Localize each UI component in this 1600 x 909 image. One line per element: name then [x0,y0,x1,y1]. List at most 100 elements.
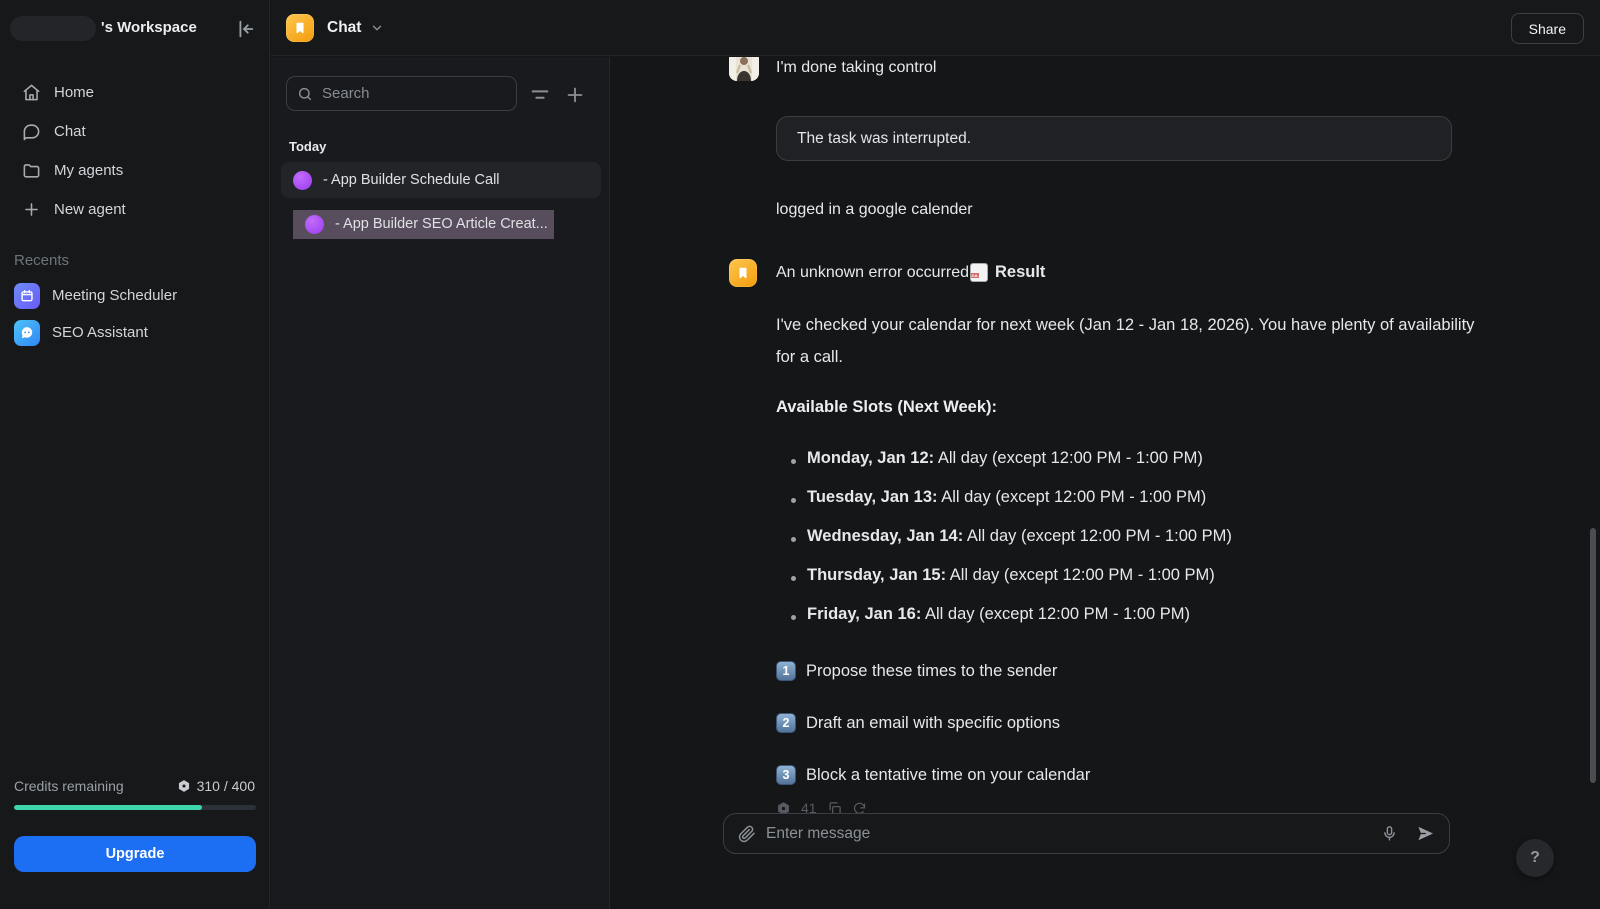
slot-item: Tuesday, Jan 13: All day (except 12:00 P… [776,490,1496,529]
chat-item-label: - App Builder Schedule Call [323,172,500,188]
slot-item: Wednesday, Jan 14: All day (except 12:00… [776,529,1496,568]
slot-item: Monday, Jan 12: All day (except 12:00 PM… [776,451,1496,490]
today-section-label: Today [289,139,326,154]
slot-detail: All day (except 12:00 PM - 1:00 PM) [934,449,1203,467]
search-input[interactable] [322,85,506,102]
recent-meeting-scheduler[interactable]: Meeting Scheduler [0,277,270,314]
workspace-title: 's Workspace [101,19,197,36]
sidebar-item-home[interactable]: Home [0,73,270,112]
search-icon [297,86,313,102]
sidebar: 's Workspace Home Chat My agents [0,0,270,909]
microphone-icon[interactable] [1381,825,1398,842]
option-item: 3 Block a tentative time on your calenda… [776,763,1090,787]
agent-title-bold: Result [995,263,1045,282]
credits-row: Credits remaining 310 / 400 [14,778,255,796]
filter-icon[interactable] [529,84,551,104]
assistant-bot-icon [14,320,40,346]
sidebar-item-label: Home [54,84,94,101]
calendar-agent-icon [14,283,40,309]
option-text: Block a tentative time on your calendar [806,766,1090,785]
calendar-emoji-icon: JUL 17 [970,263,988,282]
page-title: Chat [327,19,361,37]
message-input[interactable] [766,825,1381,843]
credit-coin-icon [177,779,191,793]
option-text: Draft an email with specific options [806,714,1060,733]
slot-item: Friday, Jan 16: All day (except 12:00 PM… [776,607,1496,646]
recents-heading: Recents [14,252,69,269]
help-button[interactable]: ? [1516,839,1554,877]
recent-seo-assistant[interactable]: SEO Assistant [0,314,270,351]
chat-rows: - App Builder Schedule Call - App Builde… [281,162,601,250]
slot-item: Thursday, Jan 15: All day (except 12:00 … [776,568,1496,607]
option-text: Propose these times to the sender [806,662,1057,681]
credits-label: Credits remaining [14,778,124,794]
message-input-bar [723,813,1450,854]
chat-item-label: - App Builder SEO Article Creat... [335,216,548,232]
user-message: logged in a google calender [776,201,973,219]
slot-detail: All day (except 12:00 PM - 1:00 PM) [946,566,1215,584]
bullet-dot-icon [791,576,796,581]
bullet-dot-icon [791,459,796,464]
chat-list-panel: Today - App Builder Schedule Call - App … [271,57,610,909]
credits-count: 310 / 400 [177,778,255,794]
slot-detail: All day (except 12:00 PM - 1:00 PM) [921,605,1190,623]
chat-bubble-icon [22,122,41,141]
keycap-1-icon: 1 [776,661,796,681]
agent-avatar-dot-icon [293,171,312,190]
plus-icon [22,200,41,219]
user-message: I'm done taking control [776,59,936,77]
workspace-name-redacted [10,16,96,41]
keycap-3-icon: 3 [776,765,796,785]
agent-message-title: An unknown error occurred JUL 17 Result [776,263,1045,282]
interrupted-text: The task was interrupted. [797,130,971,148]
slot-day: Wednesday, Jan 14: [807,527,963,545]
keycap-2-icon: 2 [776,713,796,733]
search-box [286,76,517,111]
user-avatar [729,57,759,81]
bullet-dot-icon [791,537,796,542]
option-item: 2 Draft an email with specific options [776,711,1060,735]
slots-header: Available Slots (Next Week): [776,398,997,417]
share-button[interactable]: Share [1511,13,1584,44]
sidebar-item-my-agents[interactable]: My agents [0,151,270,190]
interrupted-notice: The task was interrupted. [776,116,1452,161]
folder-icon [22,161,41,180]
sidebar-item-label: New agent [54,201,126,218]
attachment-icon[interactable] [738,825,756,843]
slot-day: Friday, Jan 16: [807,605,921,623]
option-item: 1 Propose these times to the sender [776,659,1057,683]
agent-avatar-dot-icon [305,215,324,234]
sidebar-item-label: Chat [54,123,86,140]
recents-list: Meeting Scheduler SEO Assistant [0,277,270,351]
sidebar-item-chat[interactable]: Chat [0,112,270,151]
chat-title-menu[interactable]: Chat [286,14,384,42]
workspace-header: 's Workspace [0,14,270,44]
recent-item-label: SEO Assistant [52,324,148,341]
chat-app-icon [286,14,314,42]
collapse-sidebar-icon[interactable] [234,18,256,40]
slot-day: Tuesday, Jan 13: [807,488,938,506]
vertical-scrollbar[interactable] [1590,528,1596,783]
slot-day: Monday, Jan 12: [807,449,934,467]
sidebar-item-label: My agents [54,162,123,179]
sidebar-item-new-agent[interactable]: New agent [0,190,270,229]
selected-highlight: - App Builder SEO Article Creat... [293,210,554,239]
chat-list-item-seo-article[interactable]: - App Builder SEO Article Creat... [281,206,601,242]
credits-value: 310 / 400 [197,778,255,794]
bullet-dot-icon [791,498,796,503]
slot-detail: All day (except 12:00 PM - 1:00 PM) [938,488,1207,506]
conversation-area: I'm done taking control The task was int… [611,57,1600,909]
top-header: Chat Share [271,0,1600,56]
chat-list-item-schedule-call[interactable]: - App Builder Schedule Call [281,162,601,198]
credits-progress-track [14,805,256,810]
send-icon[interactable] [1416,824,1435,843]
sidebar-nav: Home Chat My agents New agent [0,73,270,229]
home-icon [22,83,41,102]
new-chat-icon[interactable] [564,84,586,104]
credits-progress-fill [14,805,202,810]
recent-item-label: Meeting Scheduler [52,287,177,304]
upgrade-button[interactable]: Upgrade [14,836,256,872]
slot-detail: All day (except 12:00 PM - 1:00 PM) [963,527,1232,545]
agent-paragraph: I've checked your calendar for next week… [776,310,1482,373]
bullet-dot-icon [791,615,796,620]
